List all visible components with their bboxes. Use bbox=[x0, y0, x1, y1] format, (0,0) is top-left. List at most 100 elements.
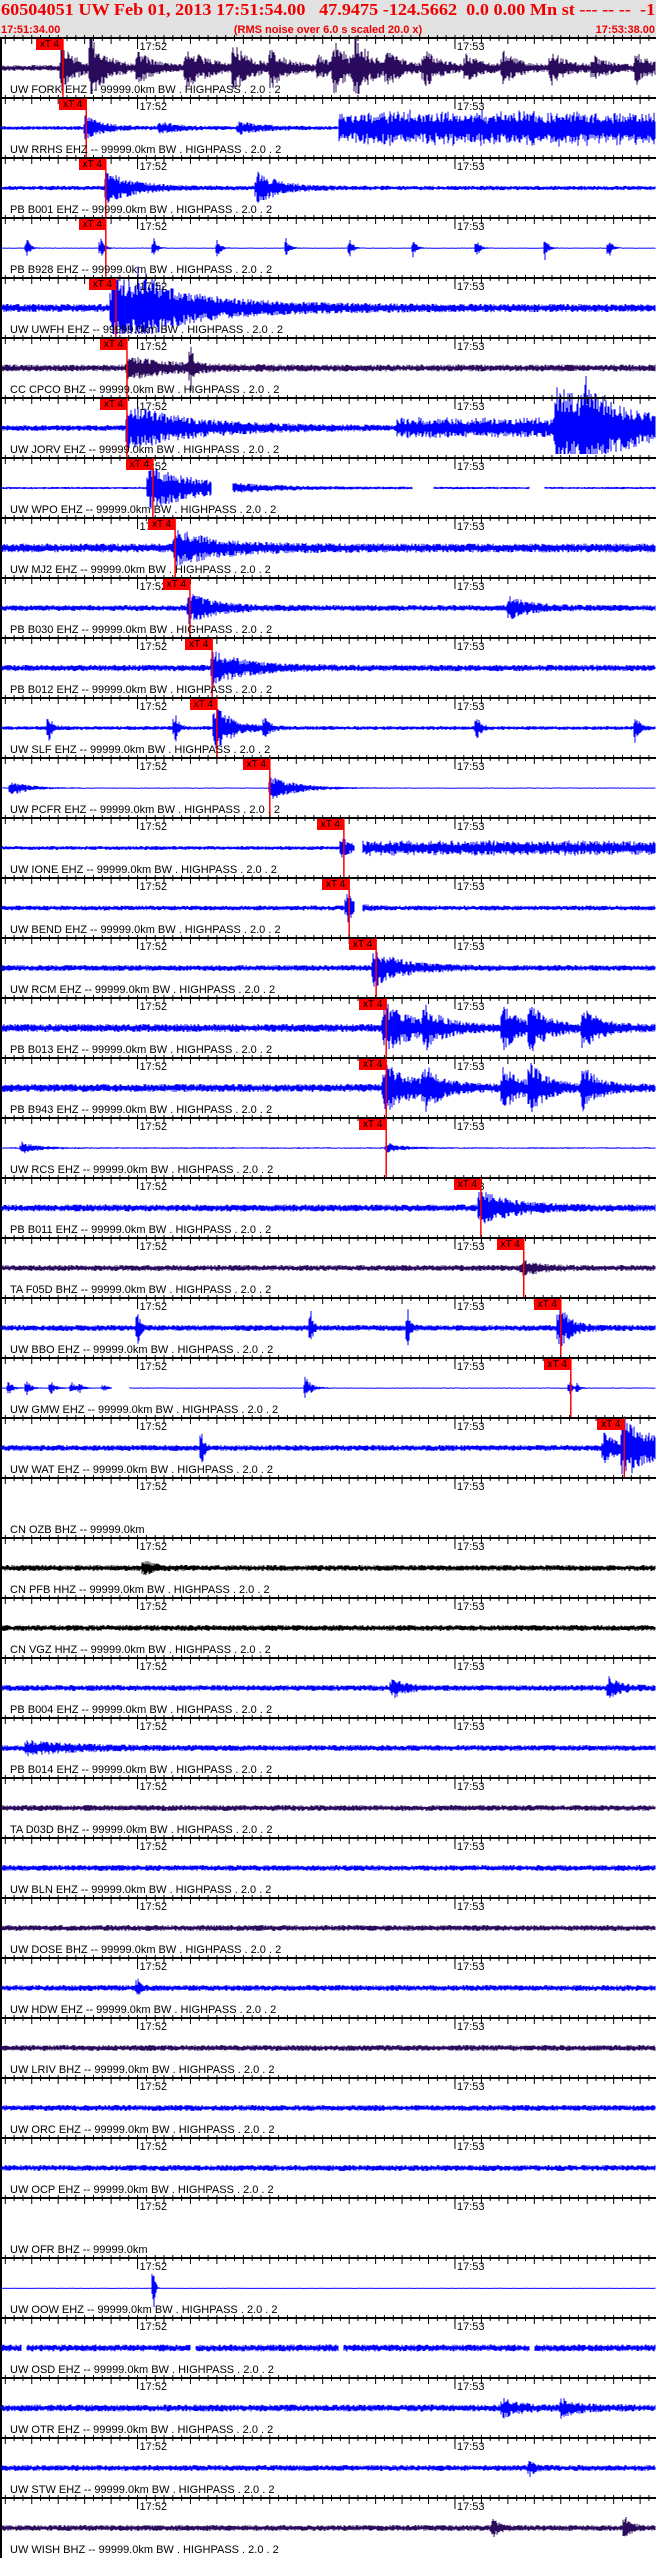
pick-flag[interactable]: xT 4 bbox=[242, 759, 270, 770]
time-tick-label: 17:53 bbox=[456, 1121, 485, 1133]
time-tick-label: 17:53 bbox=[456, 1061, 485, 1073]
trace-panel: 17:52 17:53 xT 4 UW FORK EHZ -- 99999.0km B… bbox=[0, 35, 656, 98]
pick-flag[interactable]: xT 4 bbox=[78, 219, 106, 230]
time-tick-label: 17:53 bbox=[456, 1421, 485, 1433]
time-tick-label: 17:52 bbox=[139, 821, 168, 833]
pick-flag[interactable]: xT 4 bbox=[322, 879, 350, 890]
time-tick-label: 17:52 bbox=[139, 2021, 168, 2033]
time-axis-line bbox=[0, 2017, 656, 2019]
waveform bbox=[1, 651, 656, 686]
waveform bbox=[1, 894, 656, 923]
pick-flag[interactable]: xT 4 bbox=[35, 39, 63, 50]
time-axis-line bbox=[0, 2437, 656, 2439]
waveform bbox=[1, 1625, 656, 1631]
waveform bbox=[1, 2461, 656, 2478]
time-tick-label: 17:53 bbox=[456, 2261, 485, 2273]
trace-panel: 17:52 17:53 xT 4 UW RCS EHZ -- 99999.0km BW… bbox=[0, 1115, 656, 1178]
waveform bbox=[1, 709, 656, 749]
time-tick-label: 17:53 bbox=[456, 2141, 485, 2153]
pick-flag[interactable]: xT 4 bbox=[359, 999, 387, 1010]
waveform bbox=[1, 238, 656, 261]
waveform bbox=[1, 2274, 656, 2307]
waveform bbox=[1, 2398, 656, 2419]
pick-flag[interactable]: xT 4 bbox=[162, 579, 190, 590]
time-tick-label: 17:52 bbox=[139, 1901, 168, 1913]
pick-flag[interactable]: xT 4 bbox=[349, 939, 377, 950]
time-tick-label: 17:53 bbox=[456, 701, 485, 713]
pick-flag[interactable]: xT 4 bbox=[99, 399, 127, 410]
pick-flag[interactable]: xT 4 bbox=[99, 339, 127, 350]
waveform bbox=[1, 466, 656, 509]
time-tick-label: 17:52 bbox=[139, 761, 168, 773]
time-tick-label: 17:53 bbox=[456, 1661, 485, 1673]
trace-panel: 17:52 17:53 xT 4 UW WPO EHZ -- 99999.0km BW… bbox=[0, 455, 656, 518]
pick-flag[interactable]: xT 4 bbox=[59, 99, 87, 110]
pick-flag[interactable]: xT 4 bbox=[543, 1359, 571, 1370]
waveform bbox=[1, 171, 656, 203]
time-tick-label: 17:53 bbox=[456, 461, 485, 473]
trace-panel: 17:52 17:53 xT 4 UW WAT EHZ -- 99999.0km BW… bbox=[0, 1415, 656, 1478]
time-tick-label: 17:52 bbox=[139, 2381, 168, 2393]
pick-flag[interactable]: xT 4 bbox=[597, 1419, 625, 1430]
trace-panel: 17:52 17:53 TA D03D BHZ -- 99999.0km BW . … bbox=[0, 1775, 656, 1838]
time-tick-label: 17:53 bbox=[456, 1841, 485, 1853]
trace-panel: 17:52 17:53 PB B014 EHZ -- 99999.0km BW . … bbox=[0, 1715, 656, 1778]
waveform bbox=[1, 1561, 656, 1576]
time-tick-label: 17:52 bbox=[139, 1661, 168, 1673]
waveform bbox=[1, 1805, 656, 1811]
time-tick-label: 17:52 bbox=[139, 401, 168, 413]
waveform bbox=[1, 109, 656, 147]
pick-flag[interactable]: xT 4 bbox=[496, 1239, 524, 1250]
time-tick-label: 17:53 bbox=[456, 101, 485, 113]
pick-flag[interactable]: xT 4 bbox=[453, 1179, 481, 1190]
pick-flag[interactable]: xT 4 bbox=[125, 459, 153, 470]
trace-panel: 17:52 17:53 xT 4 PB B013 EHZ -- 99999.0km B… bbox=[0, 995, 656, 1058]
trace-panel: 17:5217:53xT 4PB B011 EHZ -- 99999.0km B… bbox=[0, 1175, 656, 1238]
pick-flag[interactable]: xT 4 bbox=[189, 699, 217, 710]
trace-panel: 17:52 17:53 xT 4 UW RRHS EHZ -- 99999.0km B… bbox=[0, 95, 656, 158]
waveform bbox=[1, 530, 656, 566]
waveform bbox=[1, 838, 656, 858]
pick-flag[interactable]: xT 4 bbox=[88, 279, 116, 290]
waveform bbox=[1, 1865, 656, 1871]
time-tick-label: 17:52 bbox=[139, 41, 168, 53]
trace-panel: 17:52 17:53 xT 4 UW PCFR EHZ -- 99999.0km B… bbox=[0, 755, 656, 818]
trace-panel: 17:52 17:53 xT 4 PB B001 EHZ -- 99999.0km B… bbox=[0, 155, 656, 218]
time-tick-label: 17:53 bbox=[456, 581, 485, 593]
time-tick-label: 17:53 bbox=[456, 221, 485, 233]
time-tick-label: 17:52 bbox=[139, 1001, 168, 1013]
pick-flag[interactable]: xT 4 bbox=[359, 1119, 387, 1130]
time-tick-label: 17:53 bbox=[456, 2081, 485, 2093]
pick-flag[interactable]: xT 4 bbox=[533, 1299, 561, 1310]
pick-flag[interactable]: xT 4 bbox=[185, 639, 213, 650]
time-axis-line bbox=[0, 1837, 656, 1839]
pick-flag[interactable]: xT 4 bbox=[316, 819, 344, 830]
trace-panel: 17:52 17:53 xT 4 TA F05D BHZ -- 99999.0km B… bbox=[0, 1235, 656, 1298]
time-axis-line bbox=[0, 1417, 656, 1419]
time-tick-label: 17:53 bbox=[456, 401, 485, 413]
waveform bbox=[1, 1260, 656, 1276]
trace-panel: 17:52 17:53 xT 4 UW UWFH EHZ -- 99999.0km B… bbox=[0, 266, 656, 338]
pick-flag[interactable]: xT 4 bbox=[359, 1059, 387, 1070]
waveform bbox=[1, 1376, 656, 1398]
time-axis-line bbox=[0, 1057, 656, 1059]
time-tick-label: 17:53 bbox=[456, 1481, 485, 1493]
time-axis-line bbox=[0, 397, 656, 399]
pick-flag[interactable]: xT 4 bbox=[78, 159, 106, 170]
time-axis-line bbox=[0, 697, 656, 699]
pick-flag[interactable]: xT 4 bbox=[148, 519, 176, 530]
event-header: 60504051 UW Feb 01, 2013 17:51:54.00 47.… bbox=[0, 0, 656, 38]
waveform bbox=[1, 2517, 656, 2537]
trace-panel: 17:52 17:53 UW BLN EHZ -- 99999.0km BW . H… bbox=[0, 1835, 656, 1898]
time-axis-line bbox=[0, 517, 656, 519]
waveform bbox=[1, 594, 656, 625]
time-tick-label: 17:53 bbox=[456, 2501, 485, 2513]
time-tick-label: 17:52 bbox=[139, 1121, 168, 1133]
time-axis-line bbox=[0, 1777, 656, 1779]
waveform bbox=[1, 950, 656, 987]
time-axis-line bbox=[0, 1477, 656, 1479]
time-tick-label: 17:52 bbox=[139, 1841, 168, 1853]
time-tick-label: 17:53 bbox=[456, 341, 485, 353]
waveform bbox=[1, 1925, 656, 1931]
time-tick-label: 17:53 bbox=[456, 1541, 485, 1553]
